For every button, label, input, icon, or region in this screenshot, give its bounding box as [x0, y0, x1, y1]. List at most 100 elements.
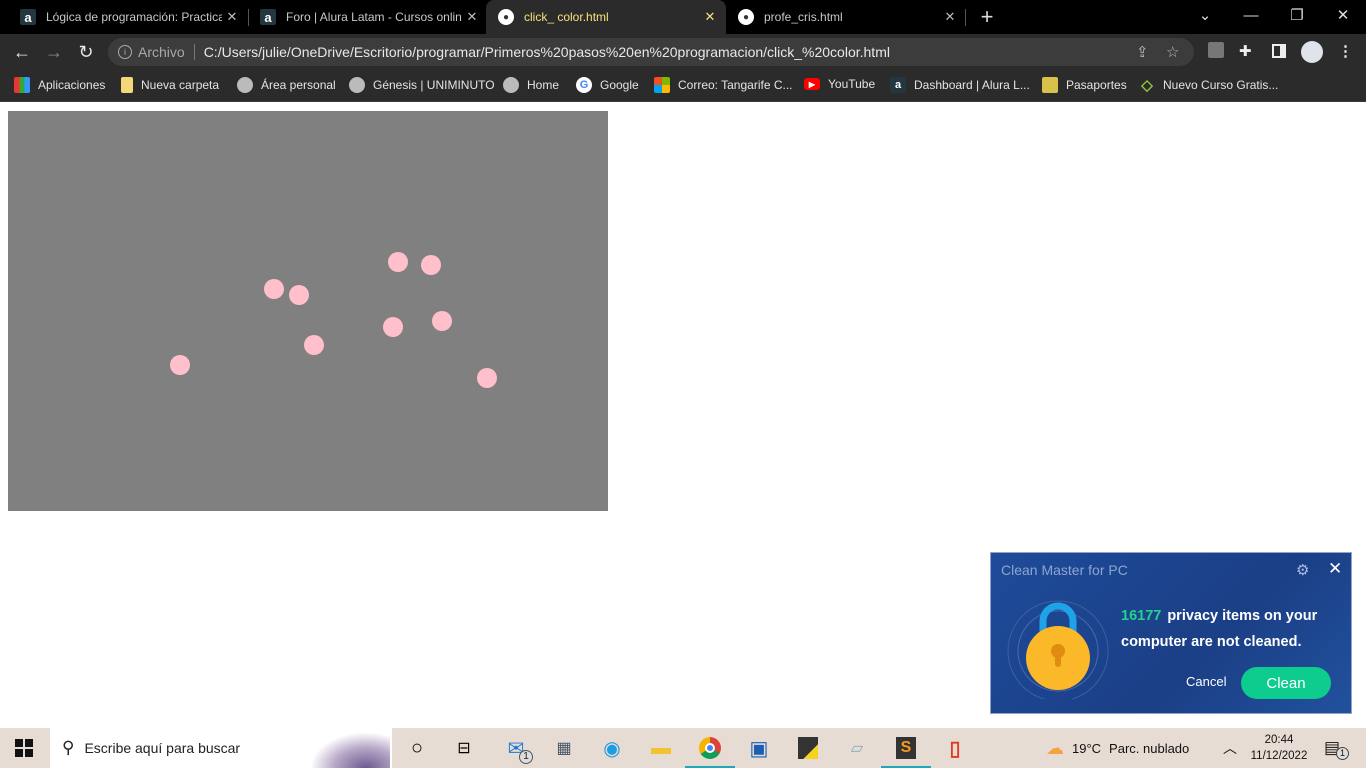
- bookmarks-bar: Aplicaciones Nueva carpeta Área personal…: [0, 70, 1366, 102]
- globe-icon: [349, 77, 365, 93]
- file-explorer-icon[interactable]: ▬: [648, 736, 674, 760]
- info-icon[interactable]: i: [118, 45, 132, 59]
- tab-title: Foro | Alura Latam - Cursos onlin: [286, 10, 462, 24]
- tab-click-color[interactable]: ● click_ color.html ✕: [486, 0, 726, 34]
- pink-dot: [170, 355, 190, 375]
- pink-dot: [432, 311, 452, 331]
- bookmark-label: Génesis | UNIMINUTO: [373, 78, 495, 92]
- microsoft-store-icon[interactable]: ▣: [746, 736, 772, 760]
- date: 11/12/2022: [1250, 750, 1308, 762]
- pink-dot: [477, 368, 497, 388]
- notifications-icon[interactable]: ▤ 1: [1324, 728, 1350, 768]
- tab-strip: a Lógica de programación: Practica ✕ a F…: [0, 0, 1366, 34]
- sticky-notes-icon[interactable]: [795, 736, 821, 760]
- popup-message: 16177 privacy items on your computer are …: [1121, 603, 1346, 655]
- close-tab-icon[interactable]: ✕: [940, 9, 960, 25]
- pink-dot: [421, 255, 441, 275]
- pink-dot: [304, 335, 324, 355]
- new-tab-button[interactable]: +: [964, 2, 1010, 32]
- tab-profe-cris[interactable]: ● profe_cris.html ✕: [726, 0, 966, 34]
- weather-widget[interactable]: ☁ 19°C Parc. nublado: [1046, 728, 1189, 768]
- chrome-icon[interactable]: [685, 736, 735, 768]
- extension-shield-icon[interactable]: [1208, 42, 1224, 58]
- pink-dot: [383, 317, 403, 337]
- bookmark-dashboard[interactable]: a Dashboard | Alura L...: [890, 77, 1030, 93]
- globe-icon: [237, 77, 253, 93]
- address-bar[interactable]: i Archivo C:/Users/julie/OneDrive/Escrit…: [108, 38, 1194, 66]
- scheme-label: Archivo: [138, 44, 185, 60]
- menu-icon[interactable]: ⋮: [1338, 42, 1353, 60]
- forward-button[interactable]: →: [42, 40, 66, 64]
- reload-button[interactable]: ↻: [74, 40, 98, 64]
- bookmark-genesis[interactable]: Génesis | UNIMINUTO: [349, 77, 495, 93]
- bookmark-label: YouTube: [828, 77, 876, 91]
- windows-start-button[interactable]: [0, 728, 48, 768]
- bookmark-label: Nueva carpeta: [141, 78, 220, 92]
- cancel-button[interactable]: Cancel: [1186, 674, 1226, 689]
- url-text[interactable]: C:/Users/julie/OneDrive/Escritorio/progr…: [204, 44, 890, 60]
- bookmark-nuevo-curso[interactable]: ◇ Nuevo Curso Gratis...: [1139, 77, 1279, 94]
- divider: [193, 44, 195, 60]
- alura-icon: a: [20, 9, 36, 25]
- bookmark-label: Nuevo Curso Gratis...: [1163, 78, 1279, 92]
- diamond-icon: ◇: [1141, 77, 1153, 94]
- close-tab-icon[interactable]: ✕: [222, 9, 242, 25]
- close-window-button[interactable]: ✕: [1320, 0, 1366, 30]
- side-panel-icon[interactable]: [1272, 44, 1286, 58]
- tab-title: Lógica de programación: Practica: [46, 10, 222, 24]
- tab-foro[interactable]: a Foro | Alura Latam - Cursos onlin ✕: [248, 0, 488, 34]
- browser-toolbar: ← → ↻ i Archivo C:/Users/julie/OneDrive/…: [0, 34, 1366, 70]
- notepad-icon[interactable]: ▱: [844, 736, 870, 760]
- apps-grid-icon: [14, 77, 30, 93]
- folder-icon: [121, 77, 133, 93]
- bookmark-label: Home: [527, 78, 560, 92]
- mail-badge: 1: [519, 750, 533, 764]
- puzzle-icon[interactable]: ✚: [1239, 42, 1252, 60]
- office-icon[interactable]: ▯: [942, 736, 968, 760]
- taskbar-search-box[interactable]: ⚲ Escribe aquí para buscar: [50, 728, 392, 768]
- tab-search-chevron-icon[interactable]: ⌄: [1182, 0, 1228, 30]
- partly-cloudy-icon: ☁: [1046, 737, 1064, 758]
- search-placeholder: Escribe aquí para buscar: [84, 740, 241, 756]
- google-icon: G: [576, 77, 592, 93]
- youtube-icon: ▶: [804, 78, 820, 90]
- share-icon[interactable]: ⇪: [1136, 43, 1149, 61]
- bookmark-nueva-carpeta[interactable]: Nueva carpeta: [121, 77, 219, 93]
- pink-dot: [264, 279, 284, 299]
- calculator-icon[interactable]: ▦: [551, 736, 577, 760]
- cortana-icon[interactable]: ○: [404, 736, 430, 760]
- bookmark-correo[interactable]: Correo: Tangarife C...: [654, 77, 793, 93]
- bookmark-home[interactable]: Home: [503, 77, 559, 93]
- sublime-text-icon[interactable]: S: [881, 736, 931, 768]
- gear-icon[interactable]: ⚙: [1296, 561, 1309, 579]
- bookmark-aplicaciones[interactable]: Aplicaciones: [14, 77, 105, 93]
- bookmark-label: Pasaportes: [1066, 78, 1127, 92]
- back-button[interactable]: ←: [10, 40, 34, 64]
- close-tab-icon[interactable]: ✕: [700, 9, 720, 25]
- restore-button[interactable]: ❐: [1274, 0, 1320, 30]
- close-icon[interactable]: ✕: [1328, 559, 1342, 579]
- clean-button[interactable]: Clean: [1241, 667, 1331, 699]
- drawing-canvas[interactable]: [8, 111, 608, 511]
- show-hidden-icons-chevron-icon[interactable]: ︿: [1223, 728, 1237, 768]
- bookmark-youtube[interactable]: ▶ YouTube: [804, 77, 875, 91]
- clock[interactable]: 20:44 11/12/2022: [1249, 728, 1309, 768]
- task-view-icon[interactable]: ⊟: [451, 736, 477, 760]
- bookmark-area-personal[interactable]: Área personal: [237, 77, 336, 93]
- close-tab-icon[interactable]: ✕: [462, 9, 482, 25]
- star-icon[interactable]: ☆: [1166, 43, 1179, 61]
- edge-icon[interactable]: ◉: [599, 736, 625, 760]
- shield-crest-icon: [1042, 77, 1058, 93]
- profile-avatar[interactable]: [1301, 41, 1323, 63]
- bookmark-pasaportes[interactable]: Pasaportes: [1042, 77, 1127, 93]
- globe-icon: ●: [738, 9, 754, 25]
- microsoft-icon: [654, 77, 670, 93]
- tab-logica[interactable]: a Lógica de programación: Practica ✕: [8, 0, 248, 34]
- search-icon: ⚲: [62, 738, 75, 757]
- pink-dot: [388, 252, 408, 272]
- minimize-button[interactable]: —: [1228, 0, 1274, 30]
- bookmark-google[interactable]: G Google: [576, 77, 639, 93]
- alura-icon: a: [260, 9, 276, 25]
- mail-icon[interactable]: ✉ 1: [503, 736, 533, 764]
- privacy-count: 16177: [1121, 608, 1162, 624]
